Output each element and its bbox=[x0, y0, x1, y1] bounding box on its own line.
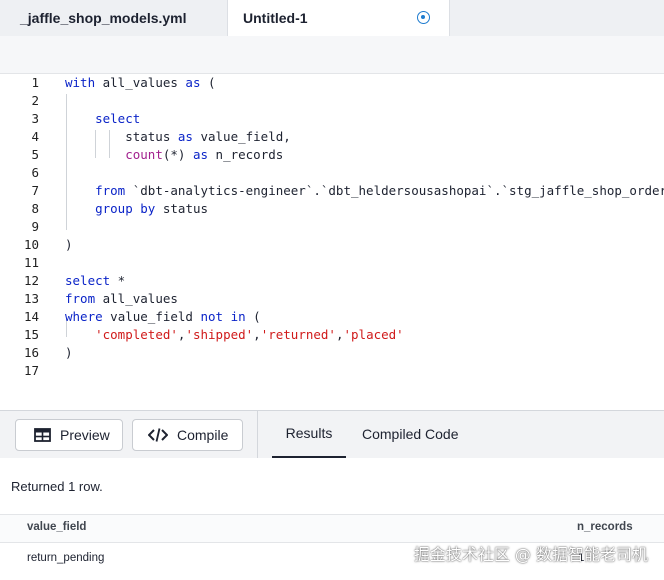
code-token: ( bbox=[200, 75, 216, 90]
line-number: 16 bbox=[23, 345, 39, 360]
line-number: 12 bbox=[23, 273, 39, 288]
code-token: select bbox=[95, 111, 141, 126]
line-number: 4 bbox=[31, 129, 39, 144]
code-token: group bbox=[95, 201, 133, 216]
code-token: , bbox=[253, 327, 261, 342]
code-token: ) bbox=[65, 345, 73, 360]
code-token: all_values bbox=[95, 75, 186, 90]
table-icon bbox=[34, 428, 51, 442]
code-line: select * bbox=[65, 272, 125, 290]
tab-compiled-code[interactable]: Compiled Code bbox=[362, 410, 459, 458]
code-line: from all_values bbox=[65, 290, 178, 308]
code-token: where bbox=[65, 309, 103, 324]
code-token: as bbox=[192, 147, 209, 162]
code-token: by bbox=[140, 201, 156, 216]
code-token: ) bbox=[65, 237, 73, 252]
preview-button[interactable]: Preview bbox=[15, 419, 123, 451]
panel-divider bbox=[257, 410, 258, 458]
line-number: 10 bbox=[23, 237, 39, 252]
code-token: all_values bbox=[95, 291, 178, 306]
code-line: select bbox=[65, 110, 140, 128]
code-token: select bbox=[65, 273, 111, 288]
code-line: from `dbt-analytics-engineer`.`dbt_helde… bbox=[65, 182, 664, 200]
code-token: as bbox=[177, 129, 193, 144]
code-line: with all_values as ( bbox=[65, 74, 216, 92]
code-token: * bbox=[110, 273, 126, 288]
code-line: count(*) as n_records bbox=[65, 146, 283, 164]
line-number: 15 bbox=[23, 327, 39, 342]
line-number: 7 bbox=[31, 183, 39, 198]
line-number: 14 bbox=[23, 309, 39, 324]
table-cell: return_pending bbox=[27, 552, 105, 564]
line-number: 5 bbox=[31, 147, 39, 162]
tab-compiled-code-label: Compiled Code bbox=[362, 426, 459, 442]
tab-label: Untitled-1 bbox=[243, 10, 308, 26]
line-number: 13 bbox=[23, 291, 39, 306]
code-line: status as value_field, bbox=[65, 128, 291, 146]
tab-label: _jaffle_shop_models.yml bbox=[20, 10, 187, 26]
editor-sub-toolbar bbox=[0, 36, 664, 74]
code-token: in bbox=[230, 309, 246, 324]
code-token: value_field, bbox=[192, 129, 291, 144]
code-token: with bbox=[65, 75, 96, 90]
line-number-gutter: 1 2 3 4 5 6 7 8 9 10 11 12 13 14 15 16 17 bbox=[0, 74, 50, 410]
code-token: count bbox=[125, 147, 163, 162]
code-token: 'shipped' bbox=[185, 327, 254, 342]
code-token: not bbox=[200, 309, 224, 324]
compile-button[interactable]: Compile bbox=[132, 419, 243, 451]
line-number: 6 bbox=[31, 165, 39, 180]
line-number: 9 bbox=[31, 219, 39, 234]
code-token: from bbox=[95, 183, 126, 198]
code-editor[interactable]: 1 2 3 4 5 6 7 8 9 10 11 12 13 14 15 16 17 with all_value… bbox=[0, 74, 664, 410]
line-number: 3 bbox=[31, 111, 39, 126]
line-number: 2 bbox=[31, 93, 39, 108]
results-status: Returned 1 row. bbox=[11, 479, 103, 494]
code-token: n_records bbox=[208, 147, 284, 162]
code-token: , bbox=[335, 327, 344, 342]
line-number: 11 bbox=[23, 255, 39, 270]
code-line: ) bbox=[65, 236, 73, 254]
code-token: `dbt-analytics-engineer`.`dbt_heldersous… bbox=[125, 183, 664, 198]
code-token: 'placed' bbox=[343, 327, 404, 342]
code-line: group by status bbox=[65, 200, 208, 218]
editor-tab-bar: _jaffle_shop_models.yml Untitled-1 bbox=[0, 0, 664, 36]
preview-button-label: Preview bbox=[60, 427, 110, 443]
results-table-header bbox=[0, 514, 664, 543]
code-token: 'completed' bbox=[95, 327, 178, 342]
code-token: status bbox=[155, 201, 209, 216]
code-token: as bbox=[185, 75, 201, 90]
line-number: 8 bbox=[31, 201, 39, 216]
column-header-value-field[interactable]: value_field bbox=[27, 521, 86, 533]
column-header-n-records[interactable]: n_records bbox=[577, 521, 633, 533]
tab-results[interactable]: Results bbox=[272, 410, 346, 458]
code-token: status bbox=[65, 129, 178, 144]
code-token: 'returned' bbox=[260, 327, 336, 342]
compile-button-label: Compile bbox=[177, 427, 229, 443]
code-line: ) bbox=[65, 344, 73, 362]
code-line: 'completed','shipped','returned','placed… bbox=[65, 326, 404, 344]
code-token: (*) bbox=[162, 147, 193, 162]
watermark: 掘金技术社区 @ 数据智能老司机 bbox=[413, 545, 648, 564]
unsaved-indicator-icon[interactable] bbox=[417, 11, 430, 24]
tab-jaffle-shop-models[interactable]: _jaffle_shop_models.yml bbox=[0, 0, 228, 36]
code-token: ( bbox=[245, 309, 261, 324]
tab-results-label: Results bbox=[285, 425, 333, 441]
line-number: 1 bbox=[31, 75, 39, 90]
code-token: value_field bbox=[102, 309, 201, 324]
code-token: from bbox=[65, 291, 96, 306]
code-icon bbox=[148, 428, 168, 442]
code-line: where value_field not in ( bbox=[65, 308, 261, 326]
line-number: 17 bbox=[23, 363, 39, 378]
